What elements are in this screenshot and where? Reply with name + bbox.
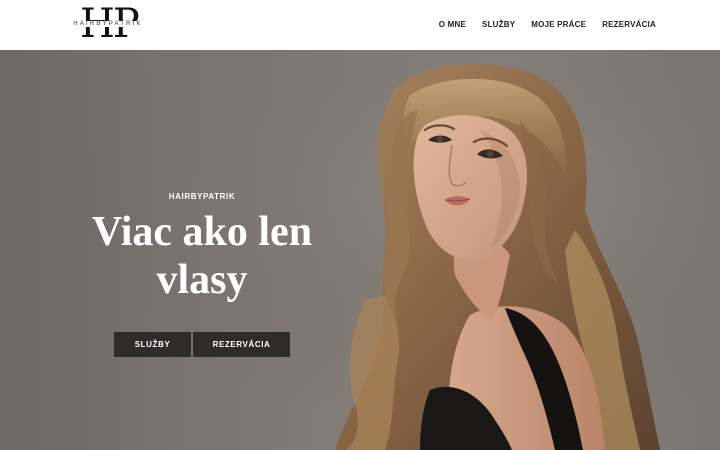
hero-headline: Viac ako len vlasy [91, 209, 313, 303]
services-button[interactable]: SLUŽBY [114, 332, 191, 357]
nav-item-portfolio[interactable]: MOJE PRÁCE [531, 18, 586, 32]
main-nav: O MNE SLUŽBY MOJE PRÁCE REZERVÁCIA [439, 18, 656, 32]
logo-wordmark: HAIRBYPATRIK [72, 21, 144, 27]
hero-kicker: HAIRBYPATRIK [168, 192, 236, 201]
hero-section: HAIRBYPATRIK Viac ako len vlasy SLUŽBY R… [0, 50, 720, 450]
site-logo[interactable]: HP HAIRBYPATRIK [66, 2, 150, 48]
nav-item-about[interactable]: O MNE [439, 18, 466, 32]
site-header: HP HAIRBYPATRIK O MNE SLUŽBY MOJE PRÁCE … [0, 0, 720, 50]
nav-item-booking[interactable]: REZERVÁCIA [602, 18, 656, 32]
booking-button[interactable]: REZERVÁCIA [193, 332, 290, 357]
nav-item-services[interactable]: SLUŽBY [482, 18, 515, 32]
